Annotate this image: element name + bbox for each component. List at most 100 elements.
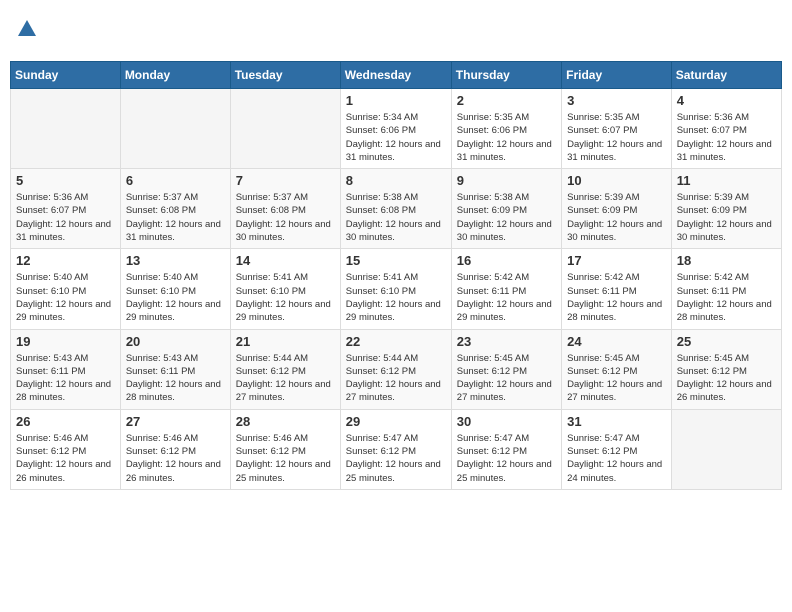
day-info: Sunrise: 5:42 AM Sunset: 6:11 PM Dayligh… [677,271,776,324]
day-number: 16 [457,253,556,268]
weekday-wednesday: Wednesday [340,62,451,89]
page-header [10,10,782,53]
day-cell: 25 Sunrise: 5:45 AM Sunset: 6:12 PM Dayli… [671,329,781,409]
day-number: 9 [457,173,556,188]
day-info: Sunrise: 5:39 AM Sunset: 6:09 PM Dayligh… [567,191,666,244]
day-cell: 6 Sunrise: 5:37 AM Sunset: 6:08 PM Daylig… [120,169,230,249]
day-cell: 31 Sunrise: 5:47 AM Sunset: 6:12 PM Dayli… [562,409,672,489]
weekday-sunday: Sunday [11,62,121,89]
day-cell: 11 Sunrise: 5:39 AM Sunset: 6:09 PM Dayli… [671,169,781,249]
day-cell: 4 Sunrise: 5:36 AM Sunset: 6:07 PM Daylig… [671,89,781,169]
day-info: Sunrise: 5:46 AM Sunset: 6:12 PM Dayligh… [16,432,115,485]
day-number: 10 [567,173,666,188]
day-number: 31 [567,414,666,429]
day-info: Sunrise: 5:40 AM Sunset: 6:10 PM Dayligh… [126,271,225,324]
day-cell: 16 Sunrise: 5:42 AM Sunset: 6:11 PM Dayli… [451,249,561,329]
day-cell [230,89,340,169]
day-number: 15 [346,253,446,268]
day-info: Sunrise: 5:40 AM Sunset: 6:10 PM Dayligh… [16,271,115,324]
week-row-2: 5 Sunrise: 5:36 AM Sunset: 6:07 PM Daylig… [11,169,782,249]
day-info: Sunrise: 5:43 AM Sunset: 6:11 PM Dayligh… [126,352,225,405]
day-number: 6 [126,173,225,188]
day-info: Sunrise: 5:38 AM Sunset: 6:08 PM Dayligh… [346,191,446,244]
day-cell: 15 Sunrise: 5:41 AM Sunset: 6:10 PM Dayli… [340,249,451,329]
day-info: Sunrise: 5:36 AM Sunset: 6:07 PM Dayligh… [677,111,776,164]
day-info: Sunrise: 5:35 AM Sunset: 6:07 PM Dayligh… [567,111,666,164]
day-info: Sunrise: 5:37 AM Sunset: 6:08 PM Dayligh… [236,191,335,244]
day-number: 12 [16,253,115,268]
day-number: 8 [346,173,446,188]
day-number: 20 [126,334,225,349]
logo [14,18,38,45]
day-cell: 21 Sunrise: 5:44 AM Sunset: 6:12 PM Dayli… [230,329,340,409]
day-info: Sunrise: 5:45 AM Sunset: 6:12 PM Dayligh… [457,352,556,405]
day-number: 28 [236,414,335,429]
day-cell [671,409,781,489]
week-row-3: 12 Sunrise: 5:40 AM Sunset: 6:10 PM Dayli… [11,249,782,329]
weekday-thursday: Thursday [451,62,561,89]
day-info: Sunrise: 5:35 AM Sunset: 6:06 PM Dayligh… [457,111,556,164]
day-info: Sunrise: 5:38 AM Sunset: 6:09 PM Dayligh… [457,191,556,244]
day-cell: 29 Sunrise: 5:47 AM Sunset: 6:12 PM Dayli… [340,409,451,489]
day-info: Sunrise: 5:44 AM Sunset: 6:12 PM Dayligh… [346,352,446,405]
day-cell: 14Sunrise: 5:41 AM Sunset: 6:10 PM Dayli… [230,249,340,329]
day-number: 23 [457,334,556,349]
weekday-header-row: SundayMondayTuesdayWednesdayThursdayFrid… [11,62,782,89]
day-number: 11 [677,173,776,188]
week-row-5: 26Sunrise: 5:46 AM Sunset: 6:12 PM Dayli… [11,409,782,489]
day-info: Sunrise: 5:39 AM Sunset: 6:09 PM Dayligh… [677,191,776,244]
day-number: 24 [567,334,666,349]
day-info: Sunrise: 5:45 AM Sunset: 6:12 PM Dayligh… [677,352,776,405]
day-number: 29 [346,414,446,429]
day-cell: 20 Sunrise: 5:43 AM Sunset: 6:11 PM Dayli… [120,329,230,409]
day-cell: 7 Sunrise: 5:37 AM Sunset: 6:08 PM Daylig… [230,169,340,249]
day-cell: 26Sunrise: 5:46 AM Sunset: 6:12 PM Dayli… [11,409,121,489]
day-info: Sunrise: 5:41 AM Sunset: 6:10 PM Dayligh… [346,271,446,324]
weekday-tuesday: Tuesday [230,62,340,89]
weekday-friday: Friday [562,62,672,89]
calendar-body: 1 Sunrise: 5:34 AM Sunset: 6:06 PM Daylig… [11,89,782,490]
day-info: Sunrise: 5:47 AM Sunset: 6:12 PM Dayligh… [346,432,446,485]
day-info: Sunrise: 5:36 AM Sunset: 6:07 PM Dayligh… [16,191,115,244]
day-cell: 18 Sunrise: 5:42 AM Sunset: 6:11 PM Dayli… [671,249,781,329]
day-number: 18 [677,253,776,268]
day-number: 17 [567,253,666,268]
day-cell: 8 Sunrise: 5:38 AM Sunset: 6:08 PM Daylig… [340,169,451,249]
day-info: Sunrise: 5:42 AM Sunset: 6:11 PM Dayligh… [457,271,556,324]
weekday-saturday: Saturday [671,62,781,89]
day-info: Sunrise: 5:44 AM Sunset: 6:12 PM Dayligh… [236,352,335,405]
weekday-monday: Monday [120,62,230,89]
day-number: 14 [236,253,335,268]
day-info: Sunrise: 5:37 AM Sunset: 6:08 PM Dayligh… [126,191,225,244]
day-cell: 28 Sunrise: 5:46 AM Sunset: 6:12 PM Dayli… [230,409,340,489]
day-cell: 2Sunrise: 5:35 AM Sunset: 6:06 PM Daylig… [451,89,561,169]
day-cell: 22Sunrise: 5:44 AM Sunset: 6:12 PM Dayli… [340,329,451,409]
day-number: 30 [457,414,556,429]
week-row-4: 19 Sunrise: 5:43 AM Sunset: 6:11 PM Dayli… [11,329,782,409]
day-number: 5 [16,173,115,188]
week-row-1: 1 Sunrise: 5:34 AM Sunset: 6:06 PM Daylig… [11,89,782,169]
day-number: 1 [346,93,446,108]
day-number: 19 [16,334,115,349]
day-cell: 23 Sunrise: 5:45 AM Sunset: 6:12 PM Dayli… [451,329,561,409]
day-cell: 3 Sunrise: 5:35 AM Sunset: 6:07 PM Daylig… [562,89,672,169]
day-cell: 10 Sunrise: 5:39 AM Sunset: 6:09 PM Dayli… [562,169,672,249]
day-number: 25 [677,334,776,349]
day-number: 13 [126,253,225,268]
day-number: 7 [236,173,335,188]
day-number: 21 [236,334,335,349]
day-cell: 17Sunrise: 5:42 AM Sunset: 6:11 PM Dayli… [562,249,672,329]
logo-icon [16,18,38,40]
day-number: 4 [677,93,776,108]
day-number: 3 [567,93,666,108]
day-cell: 5 Sunrise: 5:36 AM Sunset: 6:07 PM Daylig… [11,169,121,249]
day-info: Sunrise: 5:47 AM Sunset: 6:12 PM Dayligh… [567,432,666,485]
calendar-table: SundayMondayTuesdayWednesdayThursdayFrid… [10,61,782,490]
day-cell: 12 Sunrise: 5:40 AM Sunset: 6:10 PM Dayli… [11,249,121,329]
day-info: Sunrise: 5:34 AM Sunset: 6:06 PM Dayligh… [346,111,446,164]
day-info: Sunrise: 5:46 AM Sunset: 6:12 PM Dayligh… [236,432,335,485]
day-info: Sunrise: 5:45 AM Sunset: 6:12 PM Dayligh… [567,352,666,405]
day-cell: 30Sunrise: 5:47 AM Sunset: 6:12 PM Dayli… [451,409,561,489]
day-info: Sunrise: 5:46 AM Sunset: 6:12 PM Dayligh… [126,432,225,485]
day-cell [11,89,121,169]
